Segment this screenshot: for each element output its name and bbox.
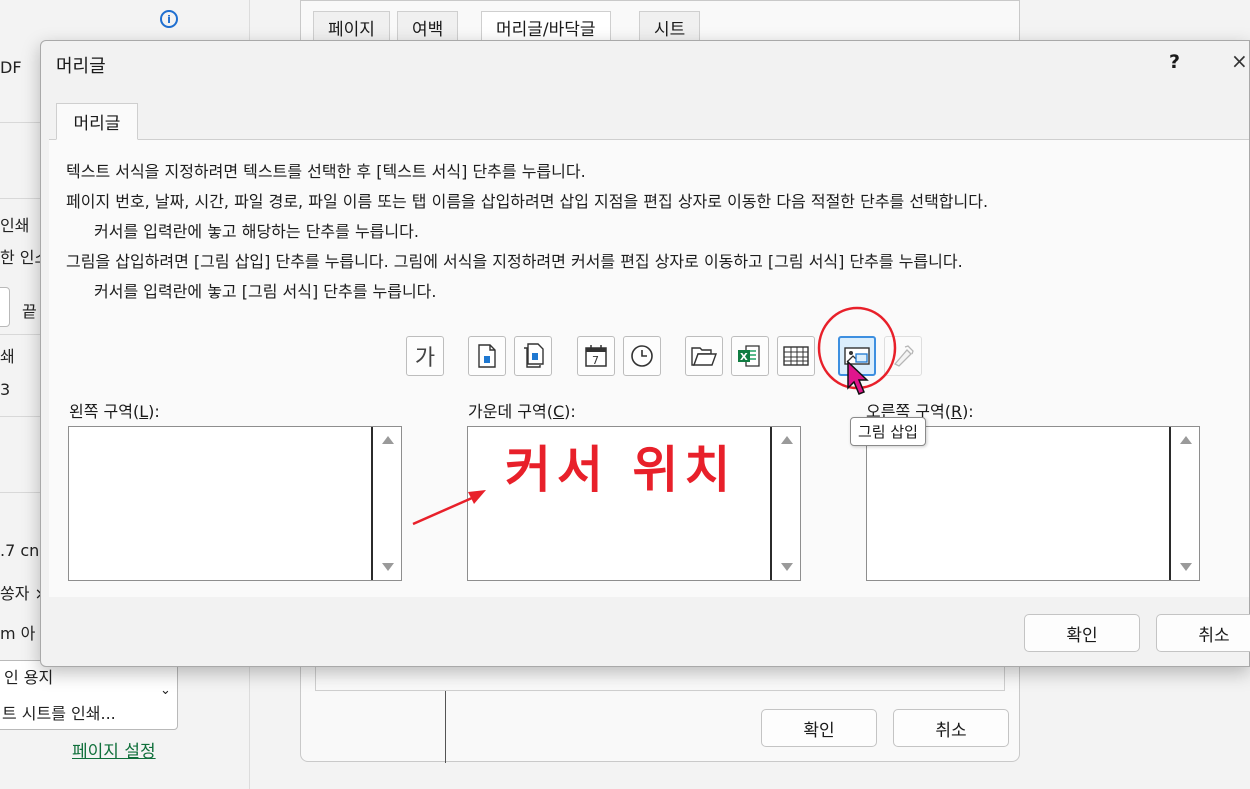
cursor-position-annotation: 커서 위치 — [505, 441, 737, 499]
annotation-arrow-line — [412, 496, 473, 526]
annotation-overlay — [412, 306, 897, 526]
mouse-cursor-icon — [847, 360, 869, 395]
annotation-arrow-head — [468, 490, 486, 504]
